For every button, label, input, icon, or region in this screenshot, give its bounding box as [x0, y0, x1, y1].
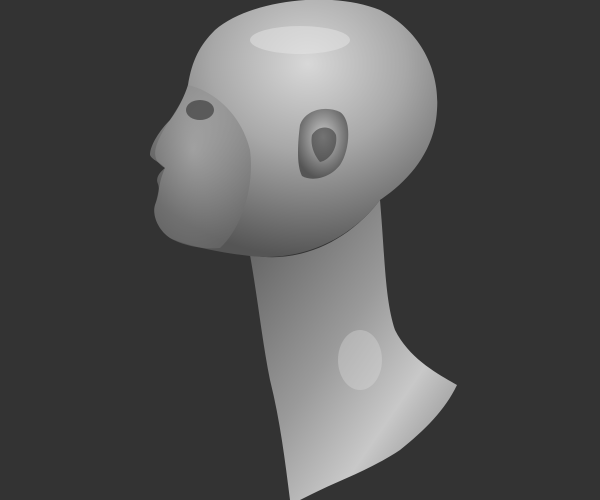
sculpt-canvas[interactable] — [0, 0, 600, 500]
eye-socket — [186, 100, 214, 120]
skull-highlight — [250, 26, 350, 54]
sculpt-viewport[interactable] — [0, 0, 600, 500]
neck-highlight — [338, 330, 382, 390]
